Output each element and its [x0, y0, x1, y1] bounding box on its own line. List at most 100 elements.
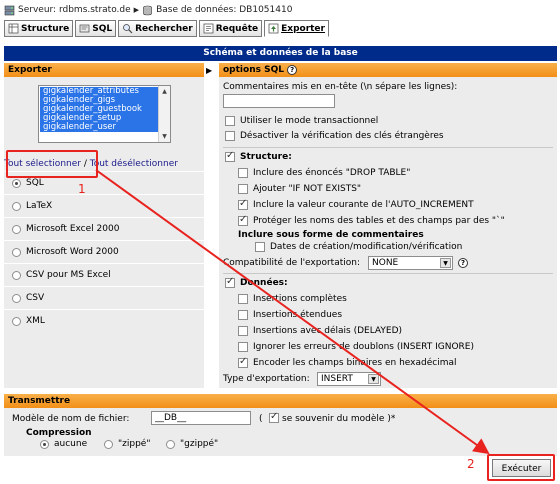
sql-options-panel: options SQL ? Commentaires mis en en-têt…	[219, 63, 557, 388]
if-not-exists-checkbox[interactable]	[238, 184, 248, 194]
extended-inserts-label: Insertions étendues	[253, 310, 343, 320]
transactional-checkbox[interactable]	[225, 116, 235, 126]
table-list-scrollbar[interactable]: ▲ ▼	[158, 86, 170, 142]
transmit-title: Transmettre	[4, 394, 557, 408]
divider	[4, 309, 204, 310]
compression-option-label: "zippé"	[118, 439, 151, 449]
tab-structure[interactable]: Structure	[4, 20, 74, 37]
table-list[interactable]: gigkalender_attributes gigkalender_gigs …	[38, 85, 171, 143]
scroll-down-icon[interactable]: ▼	[161, 133, 168, 140]
complete-inserts-label: Insertions complètes	[253, 294, 347, 304]
drop-table-checkbox[interactable]	[238, 168, 248, 178]
compat-select[interactable]: NONE ▼	[368, 256, 453, 270]
filename-input[interactable]	[151, 411, 251, 425]
sql-icon	[79, 23, 90, 34]
server-link[interactable]: Serveur: rdbms.strato.de	[18, 5, 131, 15]
tab-sql[interactable]: SQL	[75, 20, 117, 37]
hex-binary-label: Encoder les champs binaires en hexadécim…	[253, 358, 457, 368]
disable-fk-label: Désactiver la vérification des clés étra…	[240, 131, 444, 141]
radio-excel[interactable]	[12, 224, 21, 234]
auto-increment-checkbox[interactable]	[238, 198, 248, 210]
highlight-box-execute	[487, 454, 555, 481]
delayed-inserts-checkbox[interactable]	[238, 326, 248, 336]
divider	[223, 147, 553, 148]
query-icon	[203, 23, 214, 34]
format-csv-excel[interactable]: CSV pour MS Excel	[12, 269, 111, 281]
radio-csv[interactable]	[12, 293, 21, 303]
format-label: XML	[26, 316, 45, 326]
compression-gzip[interactable]: "gzippé"	[166, 438, 218, 450]
radio-latex[interactable]	[12, 201, 21, 211]
remember-open-paren: (	[259, 414, 263, 424]
crumb-arrow-icon: ▶	[133, 6, 140, 14]
extended-inserts-checkbox[interactable]	[238, 310, 248, 320]
complete-inserts-checkbox[interactable]	[238, 294, 248, 304]
export-type-value: INSERT	[321, 374, 353, 384]
compression-label: Compression	[26, 428, 92, 438]
export-icon	[268, 23, 279, 34]
deselect-all-link[interactable]: Tout désélectionner	[90, 159, 178, 169]
radio-compression-gzip[interactable]	[166, 439, 175, 449]
ignore-dup-checkbox[interactable]	[238, 342, 248, 352]
transmit-panel: Modèle de nom de fichier: ( se souvenir …	[4, 408, 557, 456]
dates-label: Dates de création/modification/vérificat…	[270, 242, 463, 252]
database-icon	[142, 5, 153, 16]
compat-value: NONE	[372, 258, 399, 268]
tab-structure-label: Structure	[21, 23, 70, 34]
transactional-label: Utiliser le mode transactionnel	[240, 116, 379, 126]
tab-query-label: Requête	[215, 23, 259, 34]
help-icon[interactable]: ?	[287, 65, 298, 75]
format-label: CSV	[26, 293, 45, 303]
tab-query[interactable]: Requête	[198, 20, 263, 37]
data-checkbox[interactable]	[225, 276, 235, 288]
radio-word[interactable]	[12, 247, 21, 257]
compression-zip[interactable]: "zippé"	[104, 438, 150, 450]
delayed-inserts-label: Insertions avec délais (DELAYED)	[253, 326, 403, 336]
annotation-number-2: 2	[467, 457, 475, 471]
format-csv[interactable]: CSV	[12, 292, 44, 304]
highlight-box-select-all	[6, 150, 98, 178]
tab-export[interactable]: Exporter	[264, 20, 329, 37]
remember-checkbox[interactable]	[269, 411, 279, 423]
export-type-select[interactable]: INSERT ▼	[317, 372, 381, 386]
table-option[interactable]: gigkalender_user	[40, 123, 158, 132]
format-word[interactable]: Microsoft Word 2000	[12, 246, 119, 258]
export-title: Exporter	[4, 63, 204, 77]
format-label: LaTeX	[26, 201, 53, 211]
format-excel[interactable]: Microsoft Excel 2000	[12, 223, 119, 235]
divider	[4, 263, 204, 264]
radio-compression-zip[interactable]	[104, 439, 113, 449]
radio-compression-none[interactable]	[40, 439, 49, 449]
tab-bar: Structure SQL Rechercher Requête Exporte…	[4, 20, 329, 38]
help-icon[interactable]: ?	[458, 258, 468, 268]
auto-increment-label: Inclure la valeur courante de l'AUTO_INC…	[253, 200, 474, 210]
format-label: SQL	[26, 178, 44, 188]
comment-input[interactable]	[223, 94, 335, 108]
format-latex[interactable]: LaTeX	[12, 200, 52, 212]
radio-sql[interactable]	[12, 178, 21, 188]
structure-checkbox[interactable]	[225, 150, 235, 162]
server-icon	[4, 5, 15, 16]
format-xml[interactable]: XML	[12, 315, 45, 327]
format-sql[interactable]: SQL	[12, 177, 44, 189]
comments-title: Inclure sous forme de commentaires	[238, 230, 424, 240]
hex-binary-checkbox[interactable]	[238, 356, 248, 368]
panel-title: Schéma et données de la base	[4, 46, 557, 61]
format-label: Microsoft Word 2000	[26, 247, 119, 257]
comment-label: Commentaires mis en en-tête (\n sépare l…	[223, 82, 458, 92]
radio-csv-excel[interactable]	[12, 270, 21, 280]
compression-none[interactable]: aucune	[40, 438, 87, 450]
chevron-down-icon: ▼	[368, 374, 379, 384]
tab-search[interactable]: Rechercher	[118, 20, 197, 37]
scroll-up-icon[interactable]: ▲	[161, 88, 168, 95]
divider	[4, 240, 204, 241]
radio-xml[interactable]	[12, 316, 21, 326]
structure-title: Structure:	[240, 152, 292, 162]
dates-checkbox[interactable]	[255, 242, 265, 252]
database-link[interactable]: Base de données: DB1051410	[156, 5, 292, 15]
backquotes-checkbox[interactable]	[238, 214, 248, 226]
disable-fk-checkbox[interactable]	[225, 131, 235, 141]
drop-table-label: Inclure des énoncés "DROP TABLE"	[253, 168, 411, 178]
annotation-number-1: 1	[78, 182, 86, 196]
ignore-dup-label: Ignorer les erreurs de doublons (INSERT …	[253, 342, 474, 352]
